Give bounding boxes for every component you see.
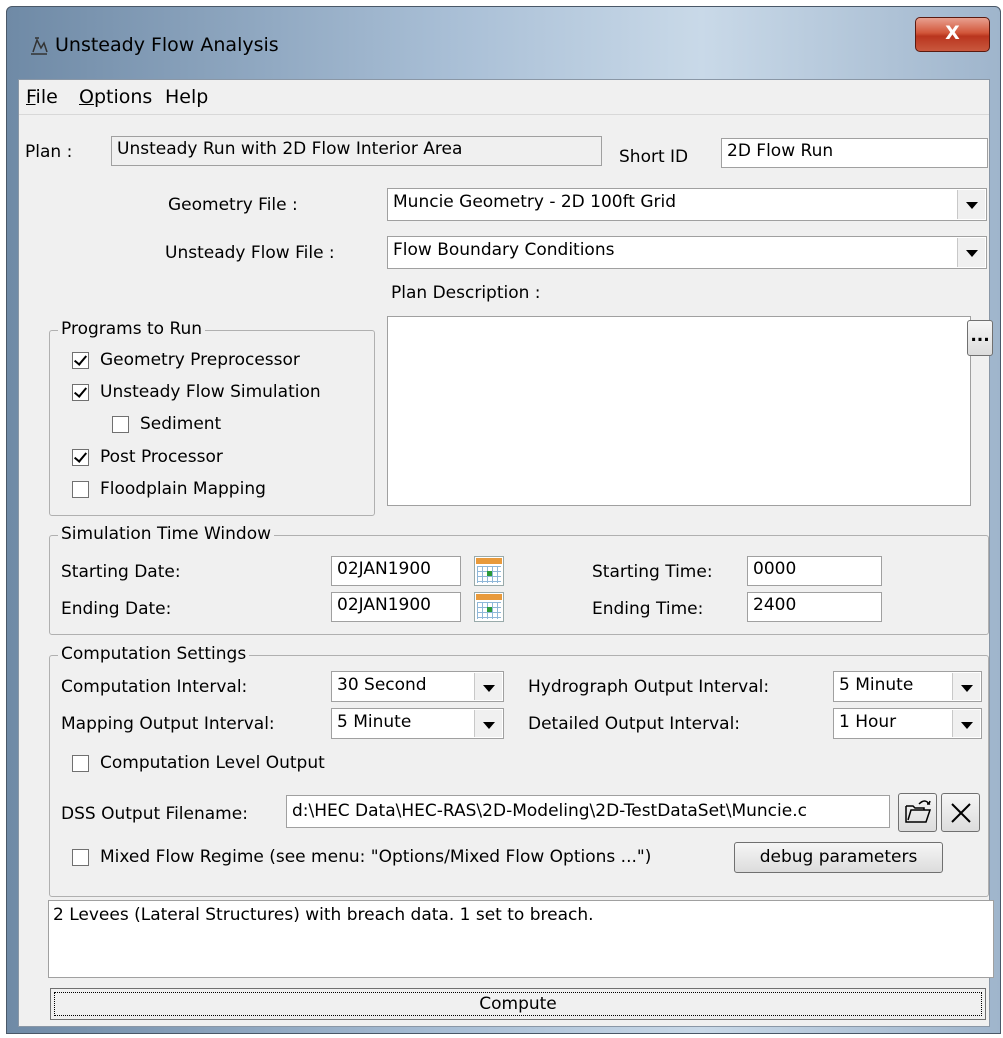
short-id-label: Short ID bbox=[619, 147, 689, 167]
chevron-down-icon[interactable] bbox=[957, 238, 985, 267]
floodplain-mapping-checkbox[interactable] bbox=[72, 481, 89, 498]
unsteady-flow-simulation-label: Unsteady Flow Simulation bbox=[100, 382, 321, 402]
unsteady-flow-file-label: Unsteady Flow File : bbox=[165, 243, 335, 263]
hydrograph-output-interval-label: Hydrograph Output Interval: bbox=[528, 677, 770, 697]
chevron-down-icon[interactable] bbox=[474, 710, 502, 737]
detailed-output-interval-select[interactable]: 1 Hour bbox=[833, 708, 982, 739]
starting-date-label: Starting Date: bbox=[61, 562, 181, 582]
plan-label: Plan : bbox=[25, 142, 73, 162]
plan-description-textarea[interactable] bbox=[387, 316, 971, 506]
hydrograph-output-interval-value: 5 Minute bbox=[839, 675, 914, 695]
geometry-file-select[interactable]: Muncie Geometry - 2D 100ft Grid bbox=[387, 188, 987, 221]
chevron-down-icon[interactable] bbox=[957, 190, 985, 219]
compute-button-label: Compute bbox=[54, 992, 982, 1016]
mapping-output-interval-select[interactable]: 5 Minute bbox=[331, 708, 504, 739]
plan-title-field[interactable]: Unsteady Run with 2D Flow Interior Area bbox=[111, 136, 602, 166]
plan-description-label: Plan Description : bbox=[391, 283, 541, 303]
clear-filename-button[interactable] bbox=[941, 793, 980, 832]
compute-button[interactable]: Compute bbox=[50, 988, 986, 1020]
calendar-icon[interactable] bbox=[474, 556, 504, 586]
menu-file[interactable]: File bbox=[26, 86, 58, 108]
status-message-box: 2 Levees (Lateral Structures) with breac… bbox=[48, 900, 994, 978]
geometry-preprocessor-label: Geometry Preprocessor bbox=[100, 350, 300, 370]
detailed-output-interval-label: Detailed Output Interval: bbox=[528, 714, 741, 734]
chevron-down-icon[interactable] bbox=[952, 710, 980, 737]
short-id-input[interactable]: 2D Flow Run bbox=[721, 138, 988, 168]
mapping-output-interval-label: Mapping Output Interval: bbox=[61, 714, 275, 734]
hec-ras-app-icon bbox=[31, 37, 48, 55]
unsteady-flow-simulation-checkbox[interactable] bbox=[72, 384, 89, 401]
mixed-flow-regime-label: Mixed Flow Regime (see menu: "Options/Mi… bbox=[100, 847, 652, 867]
dss-output-filename-label: DSS Output Filename: bbox=[61, 804, 248, 824]
post-processor-checkbox[interactable] bbox=[72, 449, 89, 466]
hydrograph-output-interval-select[interactable]: 5 Minute bbox=[833, 671, 982, 702]
computation-interval-label: Computation Interval: bbox=[61, 677, 248, 697]
computation-level-output-checkbox[interactable] bbox=[72, 755, 89, 772]
chevron-down-icon[interactable] bbox=[952, 673, 980, 700]
dss-output-filename-input[interactable]: d:\HEC Data\HEC-RAS\2D-Modeling\2D-TestD… bbox=[286, 795, 890, 828]
mixed-flow-regime-checkbox[interactable] bbox=[72, 849, 89, 866]
menu-options[interactable]: Options bbox=[79, 86, 152, 108]
computation-settings-legend: Computation Settings bbox=[58, 644, 250, 664]
chevron-down-icon[interactable] bbox=[474, 673, 502, 700]
close-button[interactable]: X bbox=[915, 17, 990, 52]
window-title: Unsteady Flow Analysis bbox=[55, 34, 279, 56]
simulation-time-window-legend: Simulation Time Window bbox=[58, 524, 274, 544]
calendar-icon[interactable] bbox=[474, 592, 504, 622]
ending-time-label: Ending Time: bbox=[592, 599, 704, 619]
sediment-label: Sediment bbox=[140, 414, 222, 434]
dialog-window: Unsteady Flow Analysis X File Options He… bbox=[6, 6, 1001, 1034]
unsteady-flow-file-value: Flow Boundary Conditions bbox=[393, 240, 615, 260]
mapping-output-interval-value: 5 Minute bbox=[337, 712, 412, 732]
ending-date-input[interactable]: 02JAN1900 bbox=[331, 592, 461, 622]
close-x-icon bbox=[950, 803, 971, 823]
floodplain-mapping-label: Floodplain Mapping bbox=[100, 479, 266, 499]
menu-bar: File Options Help bbox=[19, 80, 989, 115]
open-folder-icon bbox=[904, 800, 931, 823]
ending-date-label: Ending Date: bbox=[61, 599, 172, 619]
dialog-client: File Options Help Plan : Unsteady Run wi… bbox=[18, 79, 994, 1027]
debug-parameters-button[interactable]: debug parameters bbox=[734, 842, 943, 873]
computation-interval-select[interactable]: 30 Second bbox=[331, 671, 504, 702]
programs-to-run-legend: Programs to Run bbox=[58, 319, 206, 339]
post-processor-label: Post Processor bbox=[100, 447, 223, 467]
starting-time-label: Starting Time: bbox=[592, 562, 713, 582]
open-folder-button[interactable] bbox=[898, 793, 937, 832]
ending-time-input[interactable]: 2400 bbox=[747, 592, 882, 622]
detailed-output-interval-value: 1 Hour bbox=[839, 712, 897, 732]
computation-interval-value: 30 Second bbox=[337, 675, 427, 695]
geometry-file-value: Muncie Geometry - 2D 100ft Grid bbox=[393, 192, 677, 212]
starting-time-input[interactable]: 0000 bbox=[747, 556, 882, 586]
geometry-preprocessor-checkbox[interactable] bbox=[72, 352, 89, 369]
title-bar[interactable]: Unsteady Flow Analysis X bbox=[7, 7, 1000, 77]
geometry-file-label: Geometry File : bbox=[168, 195, 298, 215]
starting-date-input[interactable]: 02JAN1900 bbox=[331, 556, 461, 586]
menu-help[interactable]: Help bbox=[165, 86, 208, 108]
plan-description-ellipsis-button[interactable]: ... bbox=[967, 320, 993, 356]
sediment-checkbox[interactable] bbox=[112, 416, 129, 433]
unsteady-flow-file-select[interactable]: Flow Boundary Conditions bbox=[387, 236, 987, 269]
computation-level-output-label: Computation Level Output bbox=[100, 753, 325, 773]
